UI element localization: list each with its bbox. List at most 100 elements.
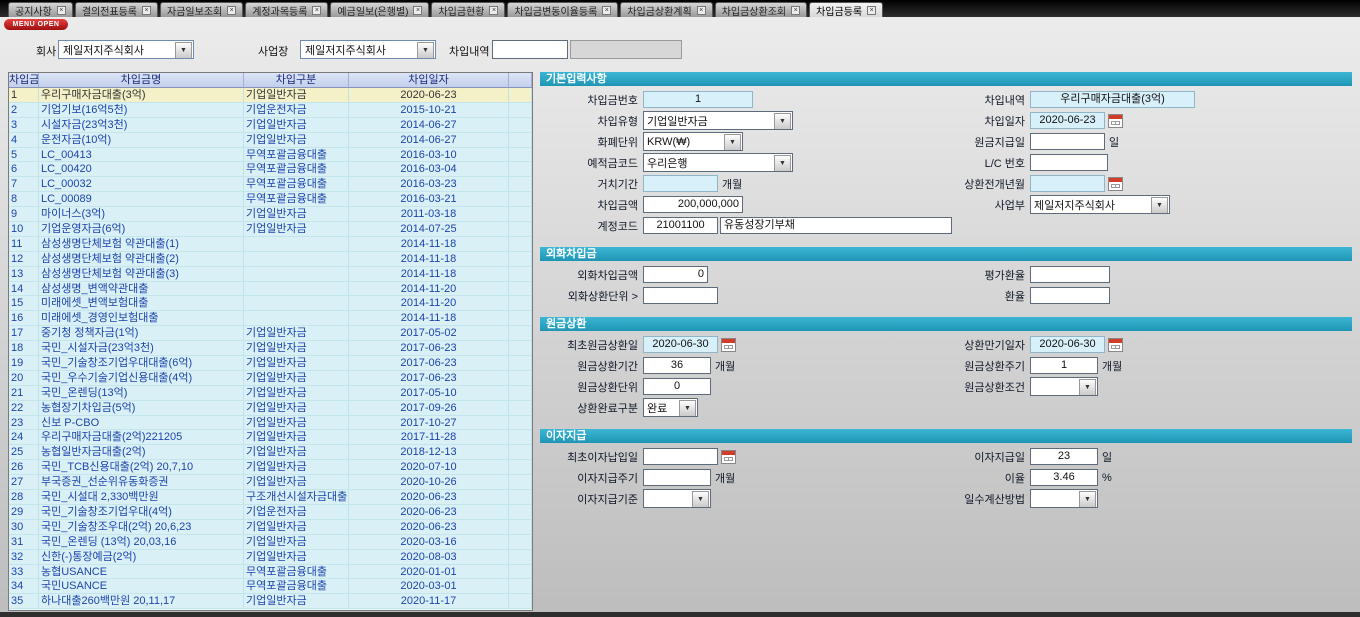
first-repay-date-input[interactable]: 2020-06-30 xyxy=(643,336,718,353)
tab-close-icon[interactable]: × xyxy=(602,6,611,15)
table-row[interactable]: 8LC_00089무역포괄금융대출2016-03-21 xyxy=(9,192,532,207)
deposit-code-select[interactable]: 우리은행 xyxy=(643,153,793,172)
loan-desc-filter-input[interactable] xyxy=(492,40,568,59)
interest-basis-select[interactable] xyxy=(643,489,711,508)
loan-desc-input[interactable]: 우리구매자금대출(3억) xyxy=(1030,91,1195,108)
table-row[interactable]: 18국민_시설자금(23억3천)기업일반자금2017-06-23 xyxy=(9,341,532,356)
repay-unit-input[interactable]: 0 xyxy=(643,378,711,395)
table-row[interactable]: 14삼성생명_변액약관대출2014-11-20 xyxy=(9,282,532,297)
table-row[interactable]: 27부국증권_선순위유동화증권기업일반자금2020-10-26 xyxy=(9,475,532,490)
tab-close-icon[interactable]: × xyxy=(312,6,321,15)
calendar-icon[interactable] xyxy=(1108,177,1123,191)
eval-rate-input[interactable] xyxy=(1030,266,1110,283)
first-interest-date-input[interactable] xyxy=(643,448,718,465)
tab-close-icon[interactable]: × xyxy=(227,6,236,15)
table-row[interactable]: 4운전자금(10억)기업일반자금2014-06-27 xyxy=(9,133,532,148)
grid-header-name[interactable]: 차입금명 xyxy=(39,73,244,87)
loan-no-input[interactable]: 1 xyxy=(643,91,753,108)
calendar-icon[interactable] xyxy=(721,450,736,464)
table-row[interactable]: 26국민_TCB신용대출(2억) 20,7,10기업일반자금2020-07-10 xyxy=(9,460,532,475)
fx-amount-input[interactable]: 0 xyxy=(643,266,708,283)
table-row[interactable]: 33농협USANCE무역포괄금융대출2020-01-01 xyxy=(9,565,532,580)
table-row[interactable]: 9마이너스(3억)기업일반자금2011-03-18 xyxy=(9,207,532,222)
company-select[interactable]: 제일저지주식회사 xyxy=(58,40,194,59)
table-row[interactable]: 20국민_우수기술기업신용대출(4억)기업일반자금2017-06-23 xyxy=(9,371,532,386)
table-row[interactable]: 10기업운영자금(6억)기업일반자금2014-07-25 xyxy=(9,222,532,237)
table-row[interactable]: 6LC_00420무역포괄금융대출2016-03-04 xyxy=(9,162,532,177)
loan-date-input[interactable]: 2020-06-23 xyxy=(1030,112,1105,129)
currency-select[interactable]: KRW(₩) xyxy=(643,132,743,151)
tab-차입금현황[interactable]: 차입금현황× xyxy=(431,2,505,17)
interest-cycle-input[interactable] xyxy=(643,469,711,486)
principal-pay-day-input[interactable] xyxy=(1030,133,1105,150)
calendar-icon[interactable] xyxy=(721,338,736,352)
repay-cycle-input[interactable]: 1 xyxy=(1030,357,1098,374)
account-name-input[interactable]: 유동성장기부채 xyxy=(720,217,952,234)
table-row[interactable]: 19국민_기술창조기업우대대출(6억)기업일반자금2017-06-23 xyxy=(9,356,532,371)
tab-close-icon[interactable]: × xyxy=(413,6,422,15)
repay-condition-select[interactable] xyxy=(1030,377,1098,396)
tab-공지사항[interactable]: 공지사항× xyxy=(8,2,73,17)
maturity-date-input[interactable]: 2020-06-30 xyxy=(1030,336,1105,353)
tab-차입금등록[interactable]: 차입금등록× xyxy=(809,2,883,17)
calendar-icon[interactable] xyxy=(1108,114,1123,128)
loan-amount-input[interactable]: 200,000,000 xyxy=(643,196,743,213)
tab-차입금변동이율등록[interactable]: 차입금변동이율등록× xyxy=(507,2,618,17)
grid-header-code[interactable]: 차입금코드 xyxy=(9,73,39,87)
principal-pay-day-label: 원금지급일 xyxy=(920,134,1030,150)
loan-type-select[interactable]: 기업일반자금 xyxy=(643,111,793,130)
table-row[interactable]: 5LC_00413무역포괄금융대출2016-03-10 xyxy=(9,148,532,163)
tab-결의전표등록[interactable]: 결의전표등록× xyxy=(75,2,158,17)
fx-repay-unit-input[interactable] xyxy=(643,287,718,304)
table-row[interactable]: 11삼성생명단체보험 약관대출(1)2014-11-18 xyxy=(9,237,532,252)
tab-계정과목등록[interactable]: 계정과목등록× xyxy=(245,2,328,17)
tab-close-icon[interactable]: × xyxy=(57,6,66,15)
menu-open-button[interactable]: MENU OPEN xyxy=(4,19,68,30)
lc-no-input[interactable] xyxy=(1030,154,1108,171)
table-row[interactable]: 29국민_기술창조기업우대(4억)기업운전자금2020-06-23 xyxy=(9,505,532,520)
tab-차입금상환계획[interactable]: 차입금상환계획× xyxy=(620,2,712,17)
table-row[interactable]: 16미래에셋_경영인보험대출2014-11-18 xyxy=(9,311,532,326)
table-row[interactable]: 35하나대출260백만원 20,11,17기업일반자금2020-11-17 xyxy=(9,594,532,609)
account-code-input[interactable]: 21001100 xyxy=(643,217,718,234)
tab-close-icon[interactable]: × xyxy=(142,6,151,15)
table-row[interactable]: 32신한(-)통장예금(2억)기업일반자금2020-08-03 xyxy=(9,550,532,565)
interest-day-input[interactable]: 23 xyxy=(1030,448,1098,465)
tab-자금일보조회[interactable]: 자금일보조회× xyxy=(160,2,243,17)
table-row[interactable]: 31국민_온렌딩 (13억) 20,03,16기업일반자금2020-03-16 xyxy=(9,535,532,550)
table-row[interactable]: 21국민_온렌딩(13억)기업일반자금2017-05-10 xyxy=(9,386,532,401)
ex-rate-input[interactable] xyxy=(1030,287,1110,304)
tab-차입금상환조회[interactable]: 차입금상환조회× xyxy=(715,2,807,17)
day-count-method-select[interactable] xyxy=(1030,489,1098,508)
table-row[interactable]: 12삼성생명단체보험 약관대출(2)2014-11-18 xyxy=(9,252,532,267)
table-row[interactable]: 30국민_기술창조우대(2억) 20,6,23기업일반자금2020-06-23 xyxy=(9,520,532,535)
grace-period-input[interactable] xyxy=(643,175,718,192)
table-row[interactable]: 15미래에셋_변액보험대출2014-11-20 xyxy=(9,296,532,311)
table-row[interactable]: 2기업기보(16억5천)기업운전자금2015-10-21 xyxy=(9,103,532,118)
table-row[interactable]: 13삼성생명단체보험 약관대출(3)2014-11-18 xyxy=(9,267,532,282)
repay-complete-select[interactable]: 완료 xyxy=(643,398,698,417)
table-row[interactable]: 34국민USANCE무역포괄금융대출2020-03-01 xyxy=(9,579,532,594)
table-row[interactable]: 22농협장기차입금(5억)기업일반자금2017-09-26 xyxy=(9,401,532,416)
table-row[interactable]: 7LC_00032무역포괄금융대출2016-03-23 xyxy=(9,177,532,192)
interest-rate-input[interactable]: 3.46 xyxy=(1030,469,1098,486)
pre-repay-ym-input[interactable] xyxy=(1030,175,1105,192)
grid-header-date[interactable]: 차입일자 xyxy=(349,73,509,87)
repay-period-input[interactable]: 36 xyxy=(643,357,711,374)
division-select[interactable]: 제일저지주식회사 xyxy=(1030,195,1170,214)
tab-예금일보(은행별)[interactable]: 예금일보(은행별)× xyxy=(330,2,429,17)
tab-close-icon[interactable]: × xyxy=(791,6,800,15)
table-row[interactable]: 24우리구매자금대출(2억)221205기업일반자금2017-11-28 xyxy=(9,430,532,445)
table-row[interactable]: 28국민_시설대 2,330백만원구조개선시설자금대출2020-06-23 xyxy=(9,490,532,505)
table-row[interactable]: 17중기청 정책자금(1억)기업일반자금2017-05-02 xyxy=(9,326,532,341)
tab-close-icon[interactable]: × xyxy=(489,6,498,15)
site-select[interactable]: 제일저지주식회사 xyxy=(300,40,436,59)
tab-close-icon[interactable]: × xyxy=(697,6,706,15)
tab-close-icon[interactable]: × xyxy=(867,6,876,15)
grid-header-type[interactable]: 차입구분 xyxy=(244,73,349,87)
table-row[interactable]: 1우리구매자금대출(3억)기업일반자금2020-06-23 xyxy=(9,88,532,103)
table-row[interactable]: 25농협일반자금대출(2억)기업일반자금2018-12-13 xyxy=(9,445,532,460)
table-row[interactable]: 23신보 P-CBO기업일반자금2017-10-27 xyxy=(9,416,532,431)
calendar-icon[interactable] xyxy=(1108,338,1123,352)
table-row[interactable]: 3시설자금(23억3천)기업일반자금2014-06-27 xyxy=(9,118,532,133)
